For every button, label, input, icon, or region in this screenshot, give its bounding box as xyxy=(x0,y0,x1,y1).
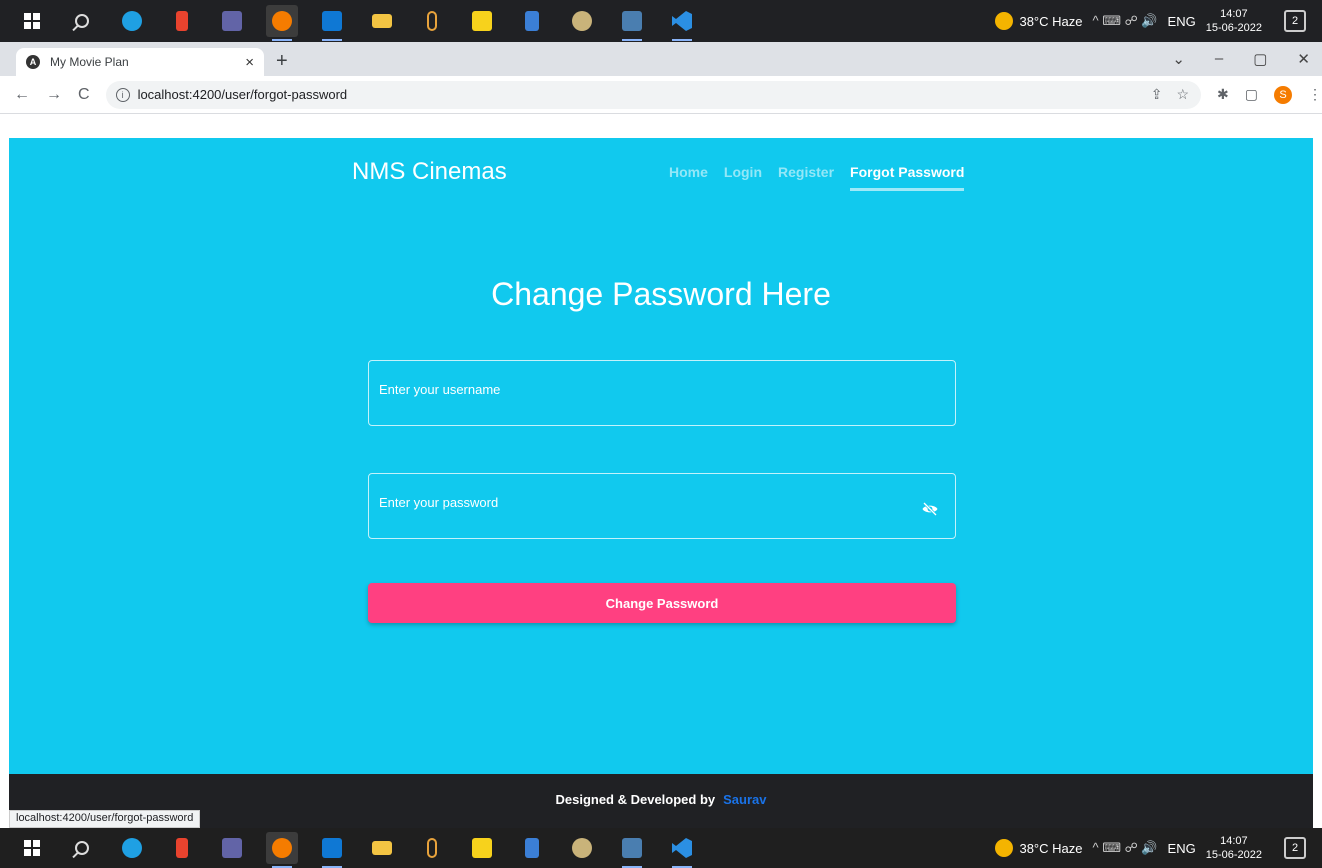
nav-link-login[interactable]: Login xyxy=(724,164,762,191)
nav-links: Home Login Register Forgot Password xyxy=(669,164,965,191)
forward-arrow-icon[interactable]: → xyxy=(46,86,62,104)
file-explorer-icon[interactable] xyxy=(366,5,398,37)
url-field[interactable]: i localhost:4200/user/forgot-password ⇪ … xyxy=(105,80,1202,109)
outlook-icon[interactable] xyxy=(316,832,348,868)
site-footer: Designed & Developed by Saurav xyxy=(9,774,1313,828)
browser-tab[interactable]: A My Movie Plan × xyxy=(16,48,264,76)
address-bar: ← → C i localhost:4200/user/forgot-passw… xyxy=(0,76,1322,114)
weather-icon xyxy=(995,839,1014,857)
mysql-workbench-icon[interactable] xyxy=(616,5,648,41)
username-field-container xyxy=(368,360,956,426)
weather-icon xyxy=(995,12,1014,30)
office-icon[interactable] xyxy=(166,5,198,37)
settings-gear-icon[interactable] xyxy=(566,5,598,37)
network-app-icon[interactable] xyxy=(516,5,548,37)
site-info-icon[interactable]: i xyxy=(115,87,130,102)
new-tab-button[interactable]: + xyxy=(276,50,288,73)
language-indicator[interactable]: ENG xyxy=(1168,14,1196,29)
extensions-puzzle-icon[interactable]: ✱ xyxy=(1217,86,1229,103)
back-arrow-icon[interactable]: ← xyxy=(14,86,30,104)
windows-start-icon[interactable] xyxy=(16,832,48,864)
teams-icon[interactable] xyxy=(216,5,248,37)
clock-date: 15-06-2022 xyxy=(1205,22,1262,34)
language-indicator[interactable]: ENG xyxy=(1168,841,1196,856)
windows-start-icon[interactable] xyxy=(16,5,48,37)
clock[interactable]: 14:07 15-06-2022 xyxy=(1206,7,1262,35)
brand-logo[interactable]: NMS Cinemas xyxy=(352,158,507,186)
vscode-icon[interactable] xyxy=(666,5,698,41)
app-icon[interactable] xyxy=(416,832,448,864)
chrome-icon[interactable] xyxy=(266,5,298,41)
clock-time: 14:07 xyxy=(1220,835,1248,847)
browser-tabstrip: A My Movie Plan × + ⌄ – ▢ ✕ xyxy=(0,42,1322,76)
vscode-icon[interactable] xyxy=(666,832,698,868)
top-taskbar: 38°C Haze ^ ⌨ ☍ 🔊 ENG 14:07 15-06-2022 2 xyxy=(0,0,1322,42)
page-content: NMS Cinemas Home Login Register Forgot P… xyxy=(9,138,1313,774)
tray-symbols[interactable]: ^ ⌨ ☍ 🔊 xyxy=(1092,13,1157,29)
network-app-icon[interactable] xyxy=(516,832,548,864)
nav-link-forgot-password[interactable]: Forgot Password xyxy=(850,164,965,191)
side-panel-icon[interactable]: ▢ xyxy=(1245,86,1258,103)
bookmark-star-icon[interactable]: ☆ xyxy=(1176,86,1189,103)
url-text: localhost:4200/user/forgot-password xyxy=(137,87,348,102)
tab-title: My Movie Plan xyxy=(50,55,129,69)
chrome-icon[interactable] xyxy=(266,832,298,868)
share-icon[interactable]: ⇪ xyxy=(1151,86,1163,103)
window-controls: ⌄ – ▢ ✕ xyxy=(1172,50,1310,68)
site-navbar: NMS Cinemas Home Login Register Forgot P… xyxy=(9,158,1313,198)
edge-icon[interactable] xyxy=(116,5,148,37)
system-tray: 38°C Haze ^ ⌨ ☍ 🔊 ENG 14:07 15-06-2022 2 xyxy=(995,828,1322,868)
username-input[interactable] xyxy=(369,361,955,425)
mysql-workbench-icon[interactable] xyxy=(616,832,648,868)
file-explorer-icon[interactable] xyxy=(366,832,398,864)
status-bar-url: localhost:4200/user/forgot-password xyxy=(9,810,201,828)
change-password-button[interactable]: Change Password xyxy=(368,583,956,623)
clock[interactable]: 14:07 15-06-2022 xyxy=(1206,834,1262,862)
sticky-notes-icon[interactable] xyxy=(466,832,498,864)
app-icon[interactable] xyxy=(416,5,448,37)
visibility-off-icon[interactable] xyxy=(921,500,939,518)
password-input[interactable] xyxy=(369,474,955,538)
nav-link-register[interactable]: Register xyxy=(778,164,834,191)
reload-icon[interactable]: C xyxy=(78,86,90,104)
close-window-button[interactable]: ✕ xyxy=(1297,50,1310,68)
search-icon[interactable] xyxy=(66,5,98,37)
tab-close-icon[interactable]: × xyxy=(245,54,254,71)
clock-time: 14:07 xyxy=(1220,8,1248,20)
office-icon[interactable] xyxy=(166,832,198,864)
weather-text[interactable]: 38°C Haze xyxy=(1019,14,1082,29)
notification-icon[interactable]: 2 xyxy=(1284,10,1306,32)
password-field-container xyxy=(368,473,956,539)
bottom-taskbar: 38°C Haze ^ ⌨ ☍ 🔊 ENG 14:07 15-06-2022 2 xyxy=(0,828,1322,868)
sticky-notes-icon[interactable] xyxy=(466,5,498,37)
screen: 38°C Haze ^ ⌨ ☍ 🔊 ENG 14:07 15-06-2022 2… xyxy=(0,0,1322,868)
nav-link-home[interactable]: Home xyxy=(669,164,708,191)
outlook-icon[interactable] xyxy=(316,5,348,41)
search-icon[interactable] xyxy=(66,832,98,864)
angular-favicon-icon: A xyxy=(26,55,40,69)
notification-icon[interactable]: 2 xyxy=(1284,837,1306,859)
page-title: Change Password Here xyxy=(491,276,831,312)
weather-text[interactable]: 38°C Haze xyxy=(1019,841,1082,856)
teams-icon[interactable] xyxy=(216,832,248,864)
window-edge-right xyxy=(1313,138,1322,828)
tab-search-icon[interactable]: ⌄ xyxy=(1172,50,1185,68)
profile-avatar[interactable]: S xyxy=(1274,85,1292,104)
clock-date: 15-06-2022 xyxy=(1205,849,1262,861)
window-edge-left xyxy=(0,138,9,828)
footer-author-link[interactable]: Saurav xyxy=(723,792,766,807)
footer-text: Designed & Developed by xyxy=(555,791,716,807)
system-tray: 38°C Haze ^ ⌨ ☍ 🔊 ENG 14:07 15-06-2022 2 xyxy=(995,0,1322,42)
menu-kebab-icon[interactable]: ⋮ xyxy=(1308,86,1322,103)
tray-symbols[interactable]: ^ ⌨ ☍ 🔊 xyxy=(1092,840,1157,856)
settings-gear-icon[interactable] xyxy=(566,832,598,864)
minimize-button[interactable]: – xyxy=(1215,50,1223,68)
maximize-button[interactable]: ▢ xyxy=(1253,50,1267,68)
edge-icon[interactable] xyxy=(116,832,148,864)
